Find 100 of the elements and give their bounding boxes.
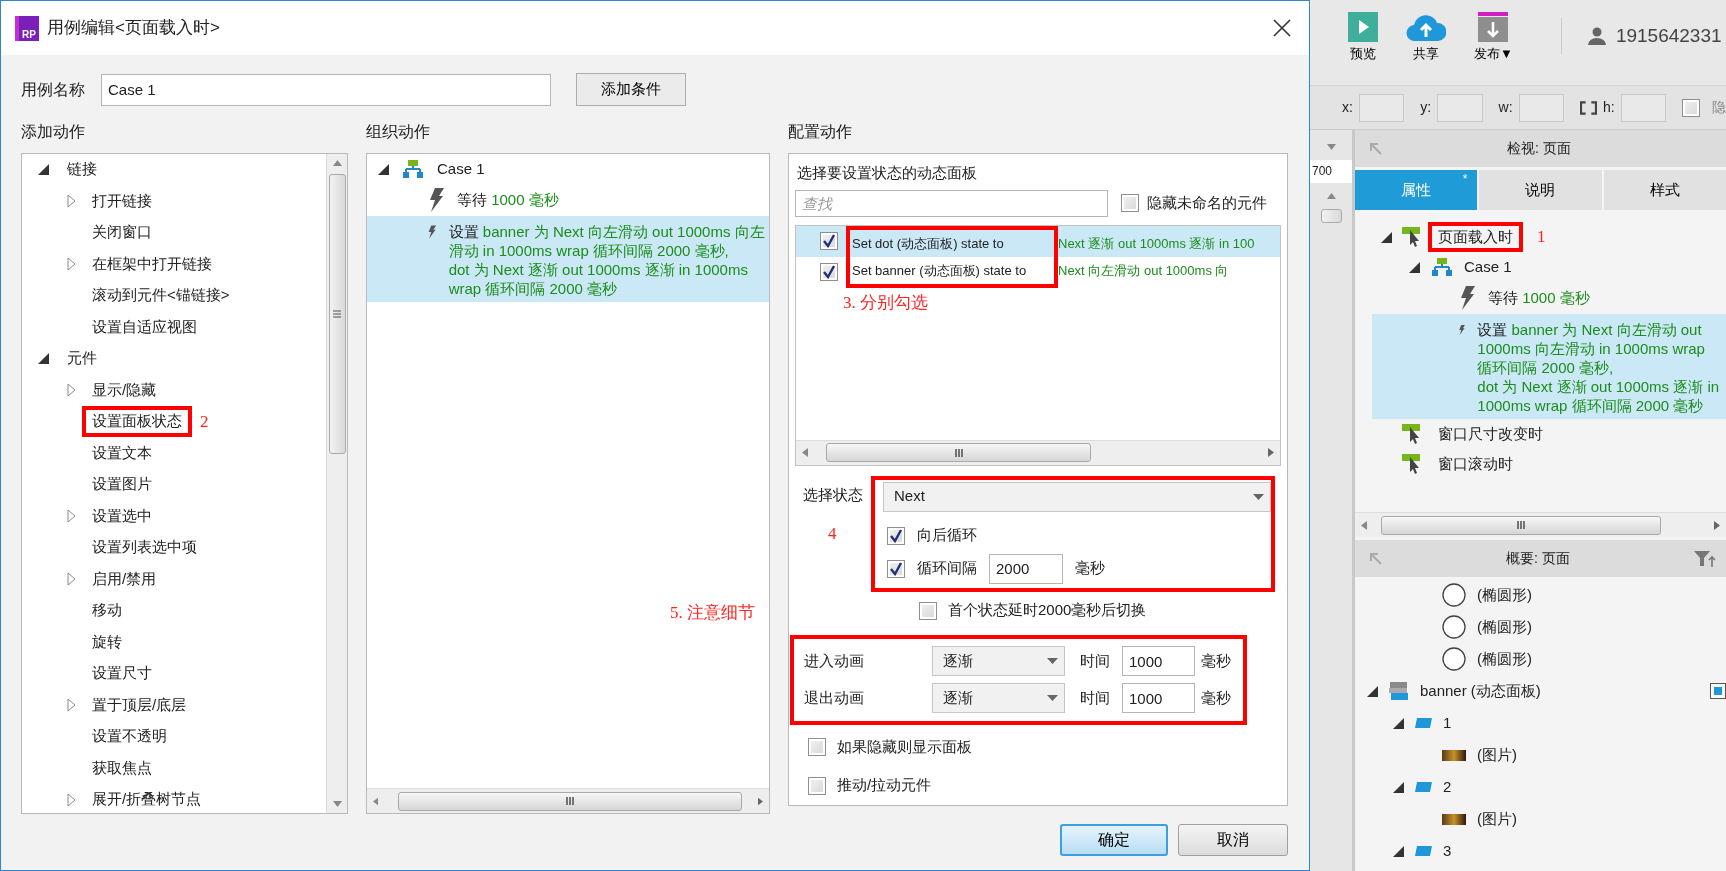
search-field[interactable]: 查找	[795, 189, 1108, 217]
outline-label[interactable]: 1	[1443, 713, 1452, 733]
checkbox[interactable]	[919, 601, 937, 620]
scroll-down-icon[interactable]	[332, 801, 342, 807]
corner-arrow-icon[interactable]	[1369, 142, 1382, 155]
collapse-triangle-icon[interactable]	[1393, 781, 1404, 793]
expand-triangle-icon[interactable]	[67, 792, 76, 807]
outline-label[interactable]: (图片)	[1477, 809, 1517, 829]
tree-item[interactable]: 移动	[92, 601, 122, 621]
scroll-left-icon[interactable]	[373, 796, 379, 806]
checkbox[interactable]	[1682, 98, 1700, 117]
checkbox[interactable]	[887, 559, 905, 578]
bracket-icon[interactable]	[1579, 100, 1597, 115]
user-name[interactable]: 1915642331	[1615, 24, 1722, 48]
collapse-triangle-icon[interactable]	[1381, 231, 1392, 243]
state-dropdown[interactable]: Next	[883, 481, 1271, 512]
tree-item[interactable]: 获取焦点	[92, 758, 152, 778]
expand-triangle-icon[interactable]	[67, 383, 76, 398]
checkbox[interactable]	[887, 526, 905, 545]
duration-field[interactable]: 1000	[1122, 683, 1195, 714]
scroll-up-icon[interactable]	[332, 160, 342, 166]
collapse-triangle-icon[interactable]	[38, 353, 49, 365]
collapse-triangle-icon[interactable]	[378, 163, 389, 175]
input-field[interactable]	[1437, 93, 1483, 122]
scroll-up-icon[interactable]	[1326, 193, 1336, 199]
tree-item[interactable]: 设置选中	[92, 506, 152, 526]
scroll-right-icon[interactable]	[1714, 520, 1720, 530]
toolbar-button[interactable]: 发布▼	[1474, 12, 1513, 63]
checkbox[interactable]	[820, 263, 838, 282]
cancel-button[interactable]: 取消	[1178, 824, 1288, 856]
outline-label[interactable]: (椭圆形)	[1477, 649, 1532, 669]
tree-item[interactable]: 展开/折叠树节点	[92, 790, 202, 810]
expand-triangle-icon[interactable]	[67, 572, 76, 587]
tree-item[interactable]: 设置图片	[92, 475, 152, 495]
action-row[interactable]: 设置 banner 为 Next 向左滑动 out 1000ms 向左滑动 in 1000ms wrap 循环间隔 2000 毫秒, dot 为 Next 逐渐 out 1000ms 逐渐 in 1000ms wrap 循环间隔 2000 毫秒	[367, 216, 769, 302]
scrollbar-thumb[interactable]	[1381, 515, 1661, 535]
horizontal-scrollbar[interactable]	[1355, 512, 1726, 537]
horizontal-scrollbar[interactable]	[367, 788, 769, 813]
tree-item[interactable]: 设置文本	[92, 443, 152, 463]
duration-field[interactable]: 1000	[1122, 646, 1195, 677]
tree-item[interactable]: 关闭窗口	[92, 223, 152, 243]
expand-triangle-icon[interactable]	[67, 194, 76, 209]
list-row[interactable]: Set banner (动态面板) state to Next 向左滑动 out 1000ms 向	[796, 256, 1280, 288]
tab[interactable]: 样式	[1603, 170, 1726, 210]
checkbox[interactable]	[820, 232, 838, 251]
toolbar-button[interactable]: 预览	[1348, 12, 1378, 63]
vertical-scrollbar[interactable]	[326, 154, 347, 813]
tree-item[interactable]: 置于顶层/底层	[92, 695, 187, 715]
tree-item[interactable]: 打开链接	[92, 191, 152, 211]
collapse-triangle-icon[interactable]	[1393, 845, 1404, 857]
collapse-triangle-icon[interactable]	[1367, 685, 1378, 697]
outline-label[interactable]: (椭圆形)	[1477, 585, 1532, 605]
animation-dropdown[interactable]: 逐渐	[932, 646, 1065, 677]
dropdown-arrow-icon[interactable]	[1326, 144, 1336, 150]
square-icon[interactable]	[1710, 683, 1726, 699]
scroll-right-icon[interactable]	[1268, 448, 1274, 458]
tab[interactable]: 说明	[1479, 170, 1602, 210]
case-label[interactable]: Case 1	[1464, 257, 1512, 277]
action-row[interactable]: 等待 1000 毫秒	[1372, 282, 1726, 314]
tree-item[interactable]: 滚动到元件<锚链接>	[92, 286, 230, 306]
case-label[interactable]: Case 1	[437, 159, 485, 179]
checkbox[interactable]	[1121, 194, 1139, 213]
scroll-left-icon[interactable]	[802, 448, 808, 458]
tree-item[interactable]: 旋转	[92, 632, 122, 652]
checkbox[interactable]	[808, 738, 826, 756]
scrollbar-thumb[interactable]	[826, 443, 1091, 463]
tree-item[interactable]: 设置列表选中项	[92, 538, 197, 558]
tree-item[interactable]: 启用/禁用	[92, 569, 157, 589]
expand-triangle-icon[interactable]	[67, 257, 76, 272]
horizontal-scrollbar[interactable]	[796, 439, 1280, 465]
list-row[interactable]: Set dot (动态面板) state to Next 逐渐 out 1000ms 逐渐 in 100	[796, 225, 1280, 257]
scroll-right-icon[interactable]	[757, 796, 763, 806]
tree-item[interactable]: 设置自适应视图	[92, 317, 197, 337]
event-label[interactable]: 窗口滚动时	[1438, 454, 1513, 474]
event-label[interactable]: 窗口尺寸改变时	[1438, 424, 1543, 444]
animation-dropdown[interactable]: 逐渐	[932, 683, 1065, 714]
tree-item[interactable]: 在框架中打开链接	[92, 254, 212, 274]
collapse-triangle-icon[interactable]	[38, 164, 49, 176]
input-field[interactable]	[1518, 93, 1564, 122]
outline-label[interactable]: (椭圆形)	[1477, 617, 1532, 637]
tree-item[interactable]: 元件	[67, 349, 97, 369]
tree-item[interactable]: 设置不透明	[92, 727, 167, 747]
input-field[interactable]	[1358, 93, 1405, 122]
action-row[interactable]: 等待 1000 毫秒	[367, 184, 769, 216]
outline-label[interactable]: banner (动态面板)	[1420, 681, 1541, 701]
case-name-field[interactable]: Case 1	[101, 73, 551, 106]
tree-item[interactable]: 链接	[67, 160, 97, 180]
add-condition-button[interactable]: 添加条件	[576, 73, 686, 106]
outline-label[interactable]: 3	[1443, 841, 1452, 861]
input-field[interactable]	[1620, 93, 1666, 122]
collapse-triangle-icon[interactable]	[1409, 261, 1420, 273]
tree-item[interactable]: 显示/隐藏	[92, 380, 157, 400]
action-row[interactable]: 设置 banner 为 Next 向左滑动 out 1000ms 向左滑动 in 1000ms wrap 循环间隔 2000 毫秒, dot 为 Next 逐渐 out 1000ms 逐渐 in 1000ms wrap 循环间隔 2000 毫秒	[1372, 314, 1726, 419]
scrollbar-thumb[interactable]	[328, 174, 346, 454]
scrollbar-thumb[interactable]	[1320, 209, 1342, 223]
interval-field[interactable]: 2000	[989, 553, 1063, 584]
corner-arrow-icon[interactable]	[1369, 552, 1382, 565]
scroll-left-icon[interactable]	[1361, 520, 1367, 530]
ok-button[interactable]: 确定	[1060, 824, 1168, 856]
expand-triangle-icon[interactable]	[67, 509, 76, 524]
